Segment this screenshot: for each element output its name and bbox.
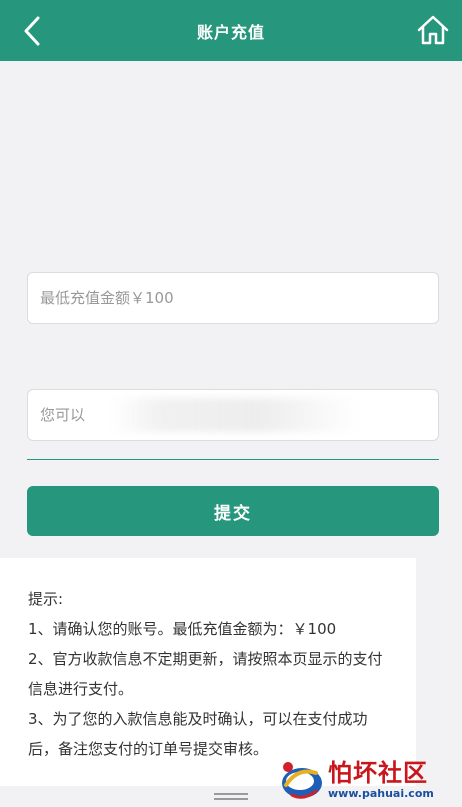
account-input[interactable]	[27, 389, 439, 441]
handle-line	[214, 798, 248, 800]
tip-line-1: 1、请确认您的账号。最低充值金额为：￥100	[28, 620, 337, 638]
watermark-name: 怕坏社区	[328, 758, 428, 787]
watermark: 怕坏社区 www.pahuai.com	[276, 752, 462, 807]
watermark-url: www.pahuai.com	[328, 786, 434, 800]
form-divider	[27, 459, 439, 460]
handle-line	[214, 793, 248, 795]
chevron-left-icon	[24, 16, 40, 46]
bottom-drag-handle[interactable]	[214, 793, 248, 803]
back-button[interactable]	[18, 14, 50, 48]
tips-heading: 提示:	[28, 590, 64, 608]
home-icon	[417, 15, 449, 45]
watermark-logo-icon	[282, 761, 322, 799]
app-header: 账户充值	[0, 0, 462, 61]
submit-button[interactable]: 提交	[27, 486, 439, 536]
amount-input[interactable]	[27, 272, 439, 324]
page-title: 账户充值	[196, 22, 265, 42]
home-button[interactable]	[416, 13, 450, 47]
tip-line-2: 2、官方收款信息不定期更新，请按照本页显示的支付信息进行支付。	[28, 650, 383, 698]
